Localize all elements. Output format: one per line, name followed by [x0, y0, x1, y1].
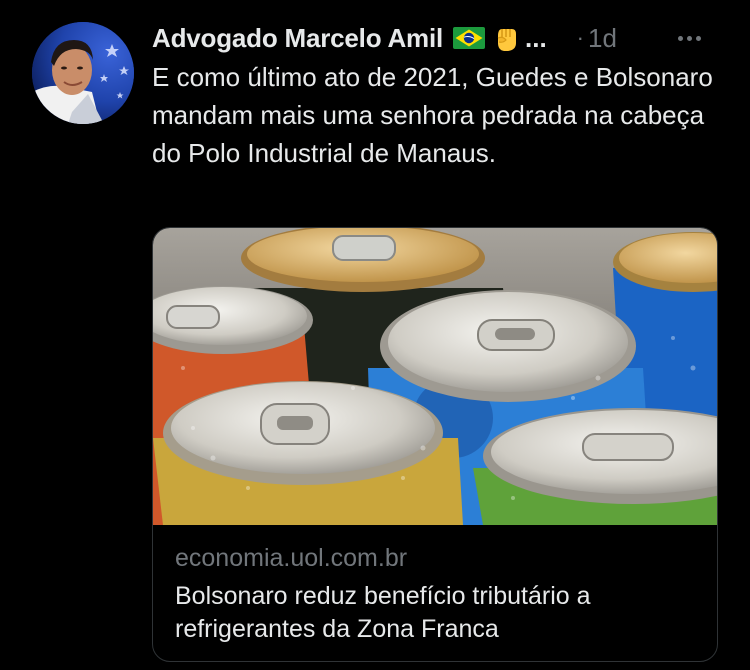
brazil-flag-icon [453, 27, 485, 49]
more-options-icon[interactable] [678, 20, 701, 56]
tweet-header: Advogado Marcelo Amil ... · 1d [152, 20, 617, 56]
more-dot [696, 35, 701, 41]
author-name[interactable]: Advogado Marcelo Amil [152, 23, 443, 54]
more-dot [678, 35, 683, 41]
name-truncation: ... [525, 22, 547, 53]
user-avatar[interactable] [32, 22, 134, 124]
tweet[interactable]: Advogado Marcelo Amil ... · 1d E como úl… [0, 0, 750, 670]
link-card-title[interactable]: Bolsonaro reduz benefício tributário a r… [175, 580, 705, 646]
link-card[interactable]: economia.uol.com.br Bolsonaro reduz bene… [152, 227, 718, 662]
tweet-timestamp[interactable]: 1d [588, 23, 617, 54]
avatar-photo [32, 22, 134, 124]
more-dot [687, 35, 692, 41]
soda-cans-photo [153, 228, 717, 525]
raised-fist-icon [491, 23, 521, 53]
tweet-text: E como último ato de 2021, Guedes e Bols… [152, 62, 713, 168]
link-card-image[interactable] [153, 228, 717, 525]
header-separator: · [576, 25, 584, 50]
link-card-domain[interactable]: economia.uol.com.br [175, 544, 407, 573]
